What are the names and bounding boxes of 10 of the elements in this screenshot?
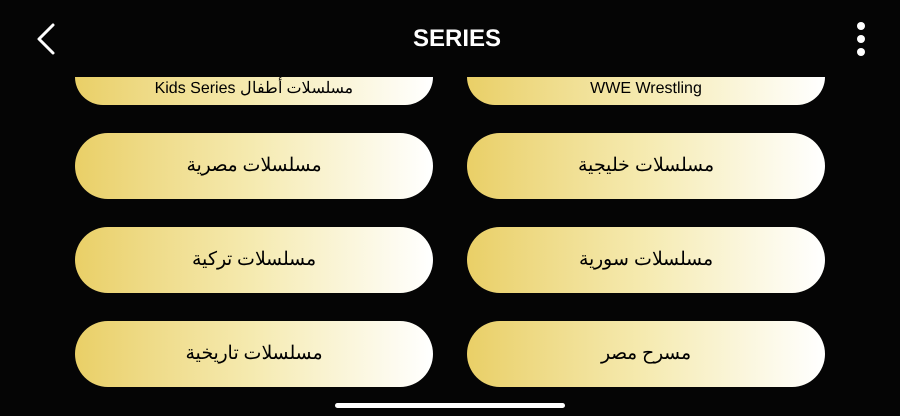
category-button[interactable]: Kids Series مسلسلات أطفال bbox=[75, 77, 433, 105]
category-button[interactable]: WWE Wrestling bbox=[467, 77, 825, 105]
page-title: SERIES bbox=[412, 24, 502, 54]
category-button[interactable]: مسلسلات تركية bbox=[75, 227, 433, 293]
category-button[interactable]: مسلسلات خليجية bbox=[467, 133, 825, 199]
category-button[interactable]: مسلسلات تاريخية bbox=[75, 321, 433, 387]
category-button[interactable]: مسرح مصر bbox=[467, 321, 825, 387]
more-icon[interactable] bbox=[856, 22, 866, 56]
category-button[interactable]: مسلسلات مصرية bbox=[75, 133, 433, 199]
category-button[interactable]: مسلسلات سورية bbox=[467, 227, 825, 293]
